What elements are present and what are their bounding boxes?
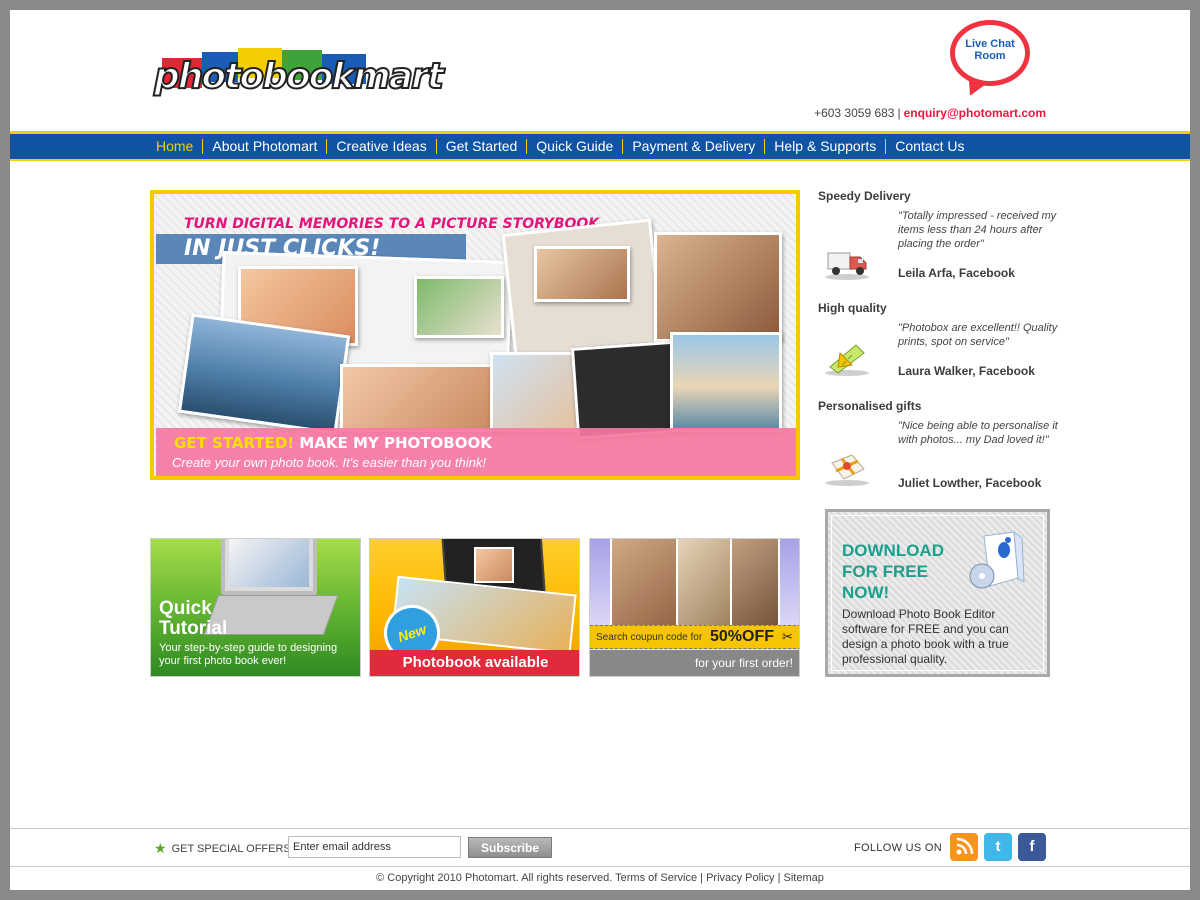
ruler-quality-icon — [822, 339, 872, 377]
nav-item-contact-us[interactable]: Contact Us — [885, 139, 973, 154]
baby-photo — [340, 364, 500, 432]
nav-item-payment-delivery[interactable]: Payment & Delivery — [622, 139, 764, 154]
testimonial-author: Laura Walker, Facebook — [898, 364, 1035, 378]
venice-canal-photo — [670, 332, 782, 432]
phone-number: +603 3059 683 — [814, 106, 895, 120]
delivery-truck-icon — [822, 243, 872, 281]
main-nav: Home About Photomart Creative Ideas Get … — [10, 131, 1190, 161]
quick-tutorial-description: Your step-by-step guide to designing you… — [159, 642, 338, 667]
couple-photo — [534, 246, 630, 302]
footer-link-separator: | — [777, 872, 781, 884]
rss-icon[interactable] — [950, 833, 978, 861]
coupon-value: 50%OFF — [710, 628, 775, 645]
facebook-icon[interactable]: f — [1018, 833, 1046, 861]
gift-icon — [822, 449, 872, 487]
laptop-display — [229, 539, 309, 587]
quick-tutorial-title-line1: Quick — [159, 598, 212, 619]
sitemap-link[interactable]: Sitemap — [784, 872, 824, 884]
contact-line: +603 3059 683 | enquiry@photomart.com — [790, 106, 1046, 120]
live-chat-label-line1: Live Chat — [965, 38, 1015, 50]
nav-item-about-photomart[interactable]: About Photomart — [202, 139, 326, 154]
coupon-tile[interactable]: Search coupun code for 50%OFF ✂ for your… — [589, 538, 800, 677]
download-title-line1: DOWNLOAD — [842, 541, 944, 560]
photobookmart-logo[interactable]: photobookmart — [153, 44, 445, 114]
testimonial-heading: Personalised gifts — [818, 399, 922, 413]
testimonial-author: Juliet Lowther, Facebook — [898, 476, 1042, 490]
couple-kiss-photo — [654, 232, 782, 342]
coupon-subtitle: for your first order! — [590, 650, 799, 676]
coupon-text: Search coupun code for — [596, 632, 703, 643]
accordion-book-mid-image — [676, 539, 736, 637]
scissors-icon: ✂ — [782, 629, 793, 644]
hero-cta[interactable]: GET STARTED! MAKE MY PHOTOBOOK — [174, 434, 492, 452]
child-photo — [474, 547, 514, 583]
hero-cta-subtitle: Create your own photo book. It's easier … — [172, 455, 486, 470]
testimonial-heading: High quality — [818, 301, 887, 315]
twitter-icon[interactable]: t — [984, 833, 1012, 861]
page: photobookmart Live Chat Room +603 3059 6… — [10, 10, 1190, 890]
testimonial-heading: Speedy Delivery — [818, 189, 911, 203]
nav-item-home[interactable]: Home — [150, 139, 202, 154]
testimonial-speedy-delivery: Speedy Delivery "Totally impressed - rec… — [818, 189, 1058, 289]
download-description: Download Photo Book Editor software for … — [842, 607, 1009, 666]
download-title-line3: NOW! — [842, 583, 890, 602]
nav-item-creative-ideas[interactable]: Creative Ideas — [326, 139, 435, 154]
footer-divider-bottom — [10, 866, 1190, 867]
testimonial-quote: "Photobox are excellent!! Quality prints… — [898, 322, 1058, 348]
nav-item-help-supports[interactable]: Help & Supports — [764, 139, 885, 154]
nav-item-quick-guide[interactable]: Quick Guide — [526, 139, 622, 154]
live-chat-button[interactable]: Live Chat Room — [950, 20, 1030, 86]
live-chat-label-line2: Room — [974, 50, 1006, 62]
software-box-icon — [968, 530, 1028, 594]
download-title: DOWNLOAD FOR FREE NOW! — [842, 540, 962, 603]
copyright-text: © Copyright 2010 Photomart. All rights r… — [376, 872, 613, 884]
contact-email-link[interactable]: enquiry@photomart.com — [904, 106, 1046, 120]
hero-cta-band[interactable]: GET STARTED! MAKE MY PHOTOBOOK Create yo… — [156, 428, 796, 476]
photobook-available-label: Photobook available — [370, 650, 579, 676]
copyright-bar: © Copyright 2010 Photomart. All rights r… — [10, 872, 1190, 884]
footer-link-separator: | — [700, 872, 703, 884]
follow-us-label: FOLLOW US ON — [854, 842, 942, 854]
terms-of-service-link[interactable]: Terms of Service — [615, 872, 697, 884]
contact-separator: | — [897, 106, 901, 120]
wedding-photo — [414, 276, 504, 338]
nav-item-get-started[interactable]: Get Started — [435, 139, 527, 154]
privacy-policy-link[interactable]: Privacy Policy — [706, 872, 774, 884]
testimonial-personalised-gifts: Personalised gifts "Nice being able to p… — [818, 399, 1058, 499]
testimonial-quote: "Totally impressed - received my items l… — [898, 210, 1057, 250]
logo-text: photobookmart — [153, 55, 445, 98]
special-offers-label: ★ GET SPECIAL OFFERS — [154, 840, 291, 857]
subscribe-button[interactable]: Subscribe — [468, 837, 552, 858]
coupon-banner[interactable]: Search coupun code for 50%OFF ✂ — [590, 625, 799, 649]
hero-banner[interactable]: TURN DIGITAL MEMORIES TO A PICTURE STORY… — [150, 190, 800, 480]
testimonial-author: Leila Arfa, Facebook — [898, 266, 1015, 280]
email-input[interactable] — [288, 836, 461, 858]
testimonial-high-quality: High quality "Photobox are excellent!! Q… — [818, 301, 1058, 391]
quick-tutorial-tile[interactable]: Quick Tutorial Your step-by-step guide t… — [150, 538, 361, 677]
quick-tutorial-title-line2: Tutorial — [159, 618, 228, 639]
star-icon: ★ — [154, 840, 167, 856]
make-my-photobook-link[interactable]: MAKE MY PHOTOBOOK — [299, 434, 491, 452]
photobook-available-tile[interactable]: New Photobook available — [369, 538, 580, 677]
quick-tutorial-title: Quick Tutorial — [159, 599, 227, 639]
venice-gondola-photo — [177, 313, 351, 435]
get-started-link[interactable]: GET STARTED! — [174, 434, 294, 452]
special-offers-text: GET SPECIAL OFFERS — [171, 842, 291, 855]
download-free-box[interactable]: DOWNLOAD FOR FREE NOW! Download Photo Bo… — [825, 509, 1050, 677]
testimonial-quote: "Nice being able to personalise it with … — [898, 420, 1058, 446]
download-title-line2: FOR FREE — [842, 562, 928, 581]
footer-divider-top — [10, 828, 1190, 829]
